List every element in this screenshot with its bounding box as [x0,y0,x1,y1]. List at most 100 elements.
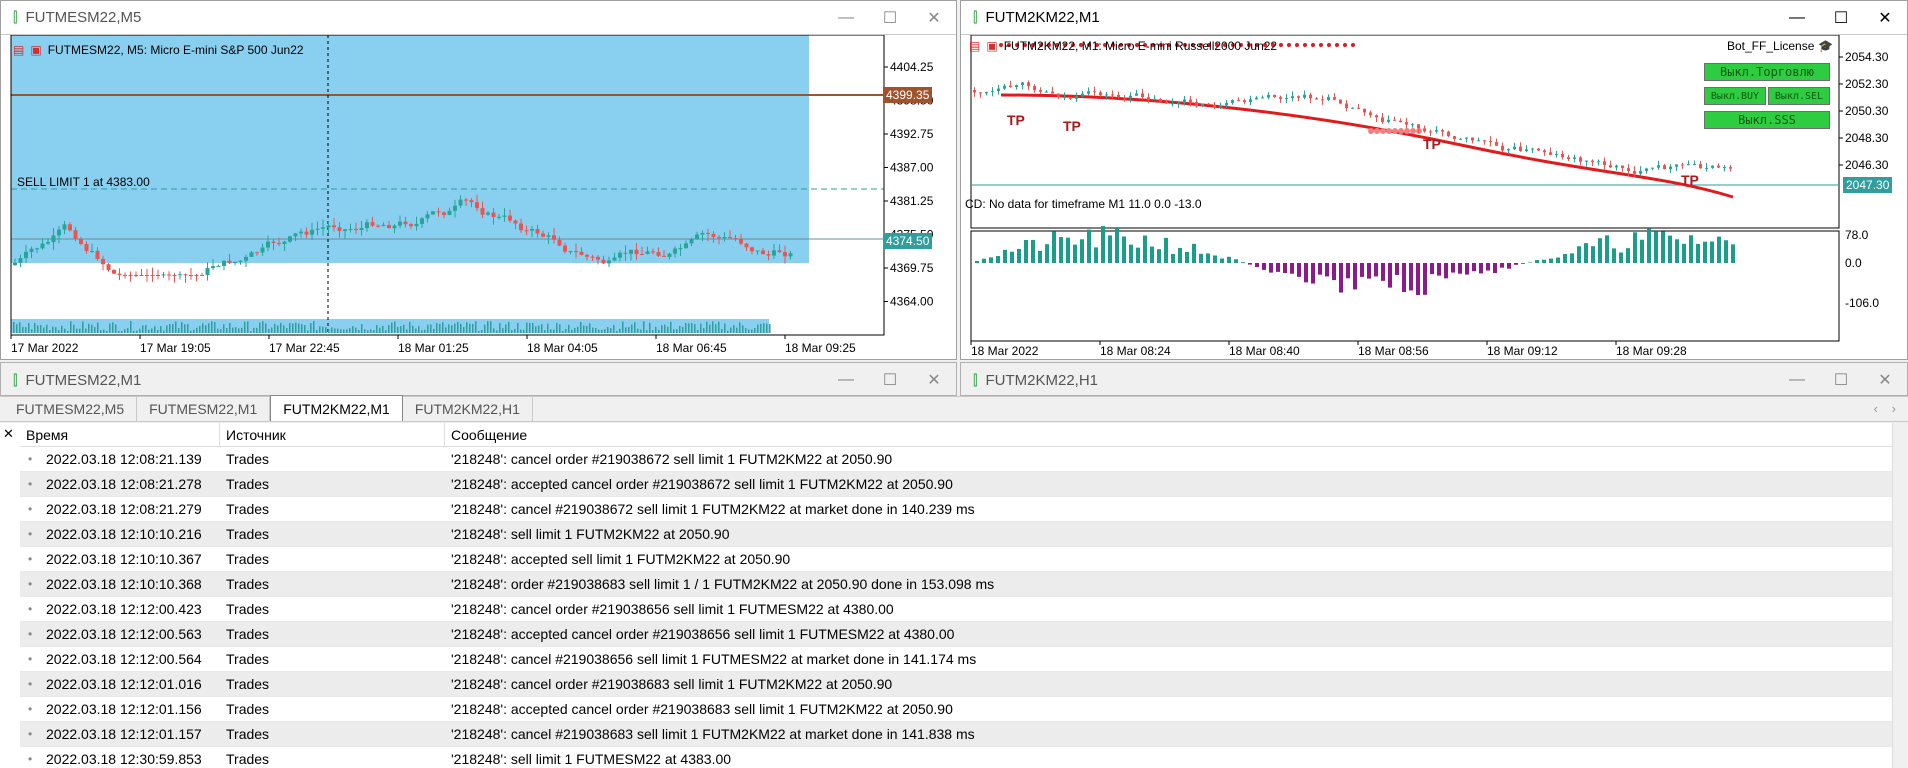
tab-scroll-left-icon[interactable]: ‹ [1874,401,1878,416]
maximize-button[interactable]: ☐ [1819,1,1863,35]
signal-dot [1319,43,1323,47]
price-chart-svg[interactable]: 4404.254398.504392.754387.004381.254375.… [1,34,957,360]
close-button[interactable]: ✕ [1863,363,1907,397]
candle-body [766,254,771,256]
histogram-bar [1122,236,1126,263]
candle-body [189,275,193,276]
volume-bar [658,329,660,333]
x-tick-label: 17 Mar 2022 [11,341,79,355]
table-row[interactable]: 2022.03.18 12:10:10.216 Trades '218248': s… [20,522,1892,547]
histogram-bar [1472,263,1476,272]
candle-body [227,260,232,263]
candle-body [579,251,584,255]
candle-body [392,225,397,229]
candle-body [24,251,28,259]
candle-body [216,265,221,267]
trade-panel-icon[interactable]: ▤ [13,43,24,57]
candle-body [1633,171,1636,174]
table-row[interactable]: 2022.03.18 12:10:10.367 Trades '218248': a… [20,547,1892,572]
candle-body [1519,146,1522,152]
column-header-message[interactable]: Сообщение [445,423,1892,446]
one-click-icon[interactable]: ▣ [986,39,997,53]
price-chart-area[interactable]: TP TP TP TP 2054.30 2052.30 2050.30 2048.30 2046… [961,34,1907,359]
column-header-time[interactable]: Время [20,423,220,446]
chart-window-futmesm22-m1[interactable]: ⫿ FUTMESM22,M1 — ☐ ✕ [0,362,957,396]
table-row[interactable]: 2022.03.18 12:12:01.156 Trades '218248': a… [20,697,1892,722]
time-cell: 2022.03.18 12:12:01.157 [20,722,220,746]
volume-bar [139,328,141,333]
candle-body [1513,146,1516,150]
disable-sss-button[interactable]: Выкл.SSS [1704,111,1830,129]
candle-body [717,237,721,239]
column-header-source[interactable]: Источник [220,423,445,446]
disable-sell-button[interactable]: Выкл.SEL [1768,87,1830,105]
close-button[interactable]: ✕ [912,363,956,397]
tab-futm2km22-m1[interactable]: FUTM2KM22,M1 [270,395,403,421]
histogram-bar [1115,227,1119,263]
maximize-button[interactable]: ☐ [868,1,912,35]
maximize-button[interactable]: ☐ [1819,363,1863,397]
y-tick-label: 4404.25 [890,60,934,74]
histogram-bar [1192,243,1196,263]
disable-buy-button[interactable]: Выкл.BUY [1704,87,1766,105]
message-cell: '218248': order #219038683 sell limit 1 … [451,576,995,592]
volume-bar [382,325,384,333]
volume-bar [445,327,447,333]
tab-futm2km22-h1[interactable]: FUTM2KM22,H1 [403,397,533,421]
table-row[interactable]: 2022.03.18 12:12:00.564 Trades '218248': c… [20,647,1892,672]
window-titlebar[interactable]: ⫿ FUTMESM22,M5 — ☐ ✕ [1,1,956,35]
candle-body [1033,86,1036,91]
table-row[interactable]: 2022.03.18 12:08:21.278 Trades '218248': a… [20,472,1892,497]
maximize-button[interactable]: ☐ [868,363,912,397]
chart-window-futmesm22-m5[interactable]: ⫿ FUTMESM22,M5 — ☐ ✕ 4404.254398.504392.… [0,0,957,360]
candle-body [326,225,331,228]
histogram-bar [1605,235,1609,263]
table-row[interactable]: 2022.03.18 12:12:00.563 Trades '218248': a… [20,622,1892,647]
histogram-bar [1283,263,1287,273]
close-icon[interactable]: ✕ [3,426,14,442]
window-titlebar[interactable]: ⫿ FUTM2KM22,M1 — ☐ ✕ [961,1,1907,35]
close-button[interactable]: ✕ [912,1,956,35]
one-click-icon[interactable]: ▣ [30,43,41,57]
journal-scrollbar[interactable] [1892,423,1908,768]
table-row[interactable]: 2022.03.18 12:10:10.368 Trades '218248': o… [20,572,1892,597]
histogram-bar [1150,246,1154,263]
table-row[interactable]: 2022.03.18 12:08:21.139 Trades '218248': c… [20,447,1892,472]
tab-scroll-right-icon[interactable]: › [1892,401,1896,416]
candle-body [695,234,699,240]
volume-bar [82,321,84,333]
close-button[interactable]: ✕ [1863,1,1907,35]
volume-bar [331,327,333,333]
signal-dot [1287,43,1291,47]
disable-trading-button[interactable]: Выкл.Торговлю [1704,63,1830,81]
signal-dot [1386,128,1392,134]
minimize-button[interactable]: — [1775,363,1819,397]
tab-futmesm22-m5[interactable]: FUTMESM22,M5 [4,397,138,421]
table-row[interactable]: 2022.03.18 12:30:59.853 Trades '218248': s… [20,747,1892,768]
histogram-bar [1304,263,1308,283]
minimize-button[interactable]: — [1775,1,1819,35]
table-row[interactable]: 2022.03.18 12:12:01.016 Trades '218248': c… [20,672,1892,697]
time-cell: 2022.03.18 12:10:10.368 [20,572,220,596]
candle-body [1417,124,1420,129]
message-cell: '218248': accepted cancel order #2190386… [451,626,955,642]
table-row[interactable]: 2022.03.18 12:12:01.157 Trades '218248': c… [20,722,1892,747]
tab-futmesm22-m1[interactable]: FUTMESM22,M1 [137,397,271,421]
volume-bar [763,323,765,333]
volume-bar [523,329,525,333]
histogram-bar [1430,263,1434,275]
chart-window-futm2km22-h1[interactable]: ⫿ FUTM2KM22,H1 — ☐ ✕ [960,362,1908,396]
histogram-bar [1080,239,1084,263]
minimize-button[interactable]: — [824,1,868,35]
histogram-bar [996,256,1000,263]
candle-body [513,220,518,224]
volume-bar [187,323,189,333]
chart-window-futm2km22-m1[interactable]: ⫿ FUTM2KM22,M1 — ☐ ✕ TP TP TP TP 2054.30 2052… [960,0,1908,360]
candle-body [1483,140,1486,142]
minimize-button[interactable]: — [824,363,868,397]
table-row[interactable]: 2022.03.18 12:08:21.279 Trades '218248': c… [20,497,1892,522]
time-cell: 2022.03.18 12:12:01.016 [20,672,220,696]
trade-panel-icon[interactable]: ▤ [969,39,980,53]
price-chart-area[interactable]: 4404.254398.504392.754387.004381.254375.… [1,34,957,360]
table-row[interactable]: 2022.03.18 12:12:00.423 Trades '218248': c… [20,597,1892,622]
